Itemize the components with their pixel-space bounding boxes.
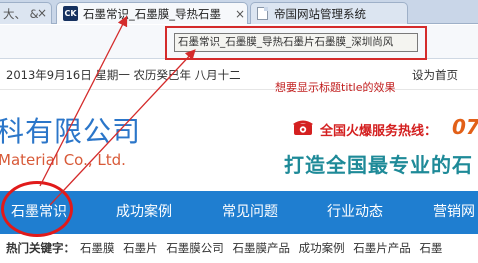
company-name-english: Material Co., Ltd. <box>0 151 126 169</box>
hotline-number: 075 <box>452 115 478 139</box>
tab-active[interactable]: CK 石墨常识_石墨膜_导热石墨 × <box>56 2 248 24</box>
page-icon <box>257 7 268 20</box>
nav-item-marketing-network[interactable]: 营销网 <box>433 191 475 234</box>
keyword-link[interactable]: 石墨片产品 <box>353 241 411 255</box>
nav-item-faq[interactable]: 常见问题 <box>222 191 278 234</box>
date-text: 2013年9月16日 星期一 农历癸巳年 八月十二 <box>6 68 241 82</box>
hotline-label: 全国火爆服务热线： <box>320 124 438 139</box>
tab-other[interactable]: 帝国网站管理系统 <box>250 2 408 24</box>
slogan: 打造全国最专业的石 <box>284 153 473 177</box>
keyword-link[interactable]: 石墨膜公司 <box>166 241 224 255</box>
close-icon[interactable]: × <box>233 7 247 21</box>
hot-keywords: 热门关键字： 石墨膜 石墨片 石墨膜公司 石墨膜产品 成功案例 石墨片产品 石墨 <box>6 240 442 256</box>
nav-item-success-cases[interactable]: 成功案例 <box>116 191 172 234</box>
tab-previous[interactable]: 大、 & × <box>0 2 52 24</box>
tooltip-highlight-box <box>165 26 427 60</box>
keyword-link[interactable]: 成功案例 <box>299 241 345 255</box>
ck-logo-icon: CK <box>63 6 78 21</box>
company-name: 科有限公司 <box>0 115 142 148</box>
tab-label: 石墨常识_石墨膜_导热石墨 <box>83 6 221 21</box>
tab-label: 帝国网站管理系统 <box>274 6 366 21</box>
telephone-icon <box>293 120 313 135</box>
annotation-text: 想要显示标题title的效果 <box>275 81 396 94</box>
keyword-link[interactable]: 石墨膜 <box>80 241 115 255</box>
set-homepage-link[interactable]: 设为首页 <box>412 67 458 83</box>
nav-item-industry-news[interactable]: 行业动态 <box>327 191 383 234</box>
nav-highlight-circle <box>1 181 73 237</box>
close-icon[interactable]: × <box>35 6 49 20</box>
keyword-link[interactable]: 石墨 <box>419 241 442 255</box>
keywords-label: 热门关键字： <box>6 241 75 255</box>
keyword-link[interactable]: 石墨片 <box>123 241 158 255</box>
keyword-link[interactable]: 石墨膜产品 <box>232 241 290 255</box>
